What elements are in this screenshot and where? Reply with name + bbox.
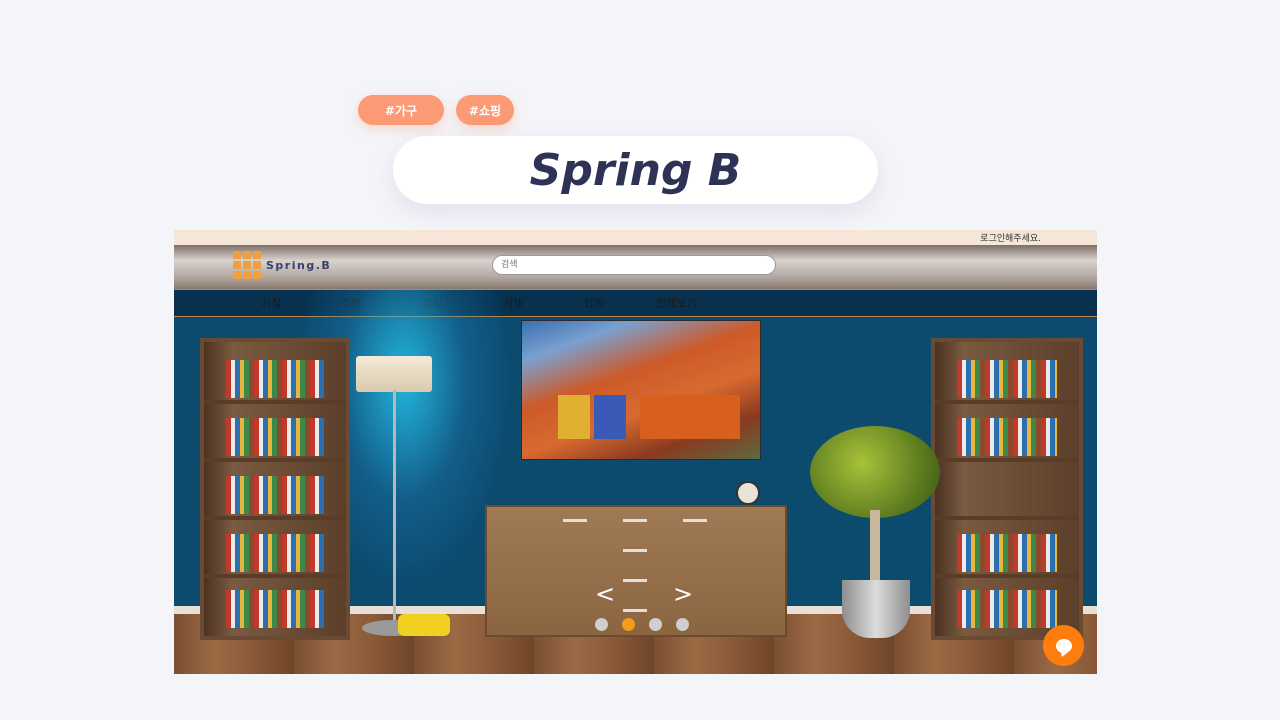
chat-icon bbox=[1055, 638, 1072, 653]
bonsai-tree bbox=[810, 426, 940, 518]
title-banner: Spring B bbox=[393, 136, 878, 204]
plant-pot bbox=[842, 580, 910, 638]
nav-item-living-room[interactable]: 거실 bbox=[261, 295, 281, 311]
floor-lamp bbox=[356, 356, 432, 392]
sideboard-cabinet bbox=[485, 505, 787, 637]
logo-icon bbox=[233, 251, 261, 279]
slider-dot[interactable] bbox=[595, 618, 608, 631]
slider-next-button[interactable]: > bbox=[673, 582, 693, 606]
slider-dot[interactable] bbox=[649, 618, 662, 631]
bonsai-trunk bbox=[870, 510, 880, 582]
bookshelf-right bbox=[931, 338, 1083, 640]
clock-icon bbox=[736, 481, 760, 505]
tag-shopping[interactable]: #쇼핑 bbox=[456, 95, 514, 125]
slider-prev-button[interactable]: < bbox=[595, 582, 615, 606]
top-bar: 로그인해주세요. bbox=[174, 230, 1097, 245]
toy-car bbox=[398, 614, 450, 636]
website-preview: 로그인해주세요. Spring.B 거실 주방 침실 서재 잡화 전체보기 bbox=[174, 230, 1097, 674]
nav-item-goods[interactable]: 잡화 bbox=[584, 295, 604, 311]
logo-text: Spring.B bbox=[266, 258, 332, 272]
slider-dot[interactable] bbox=[676, 618, 689, 631]
lamp-pole bbox=[393, 390, 396, 625]
site-logo[interactable]: Spring.B bbox=[233, 251, 331, 279]
page-title: Spring B bbox=[529, 144, 742, 196]
wall-painting bbox=[521, 320, 761, 460]
slider-dot[interactable] bbox=[622, 618, 635, 631]
chat-button[interactable] bbox=[1043, 625, 1084, 666]
nav-item-view-all[interactable]: 전체보기 bbox=[656, 295, 696, 311]
search-input[interactable] bbox=[492, 255, 776, 275]
tag-furniture[interactable]: #가구 bbox=[358, 95, 444, 125]
login-notice[interactable]: 로그인해주세요. bbox=[980, 231, 1041, 244]
bookshelf-left bbox=[200, 338, 350, 640]
